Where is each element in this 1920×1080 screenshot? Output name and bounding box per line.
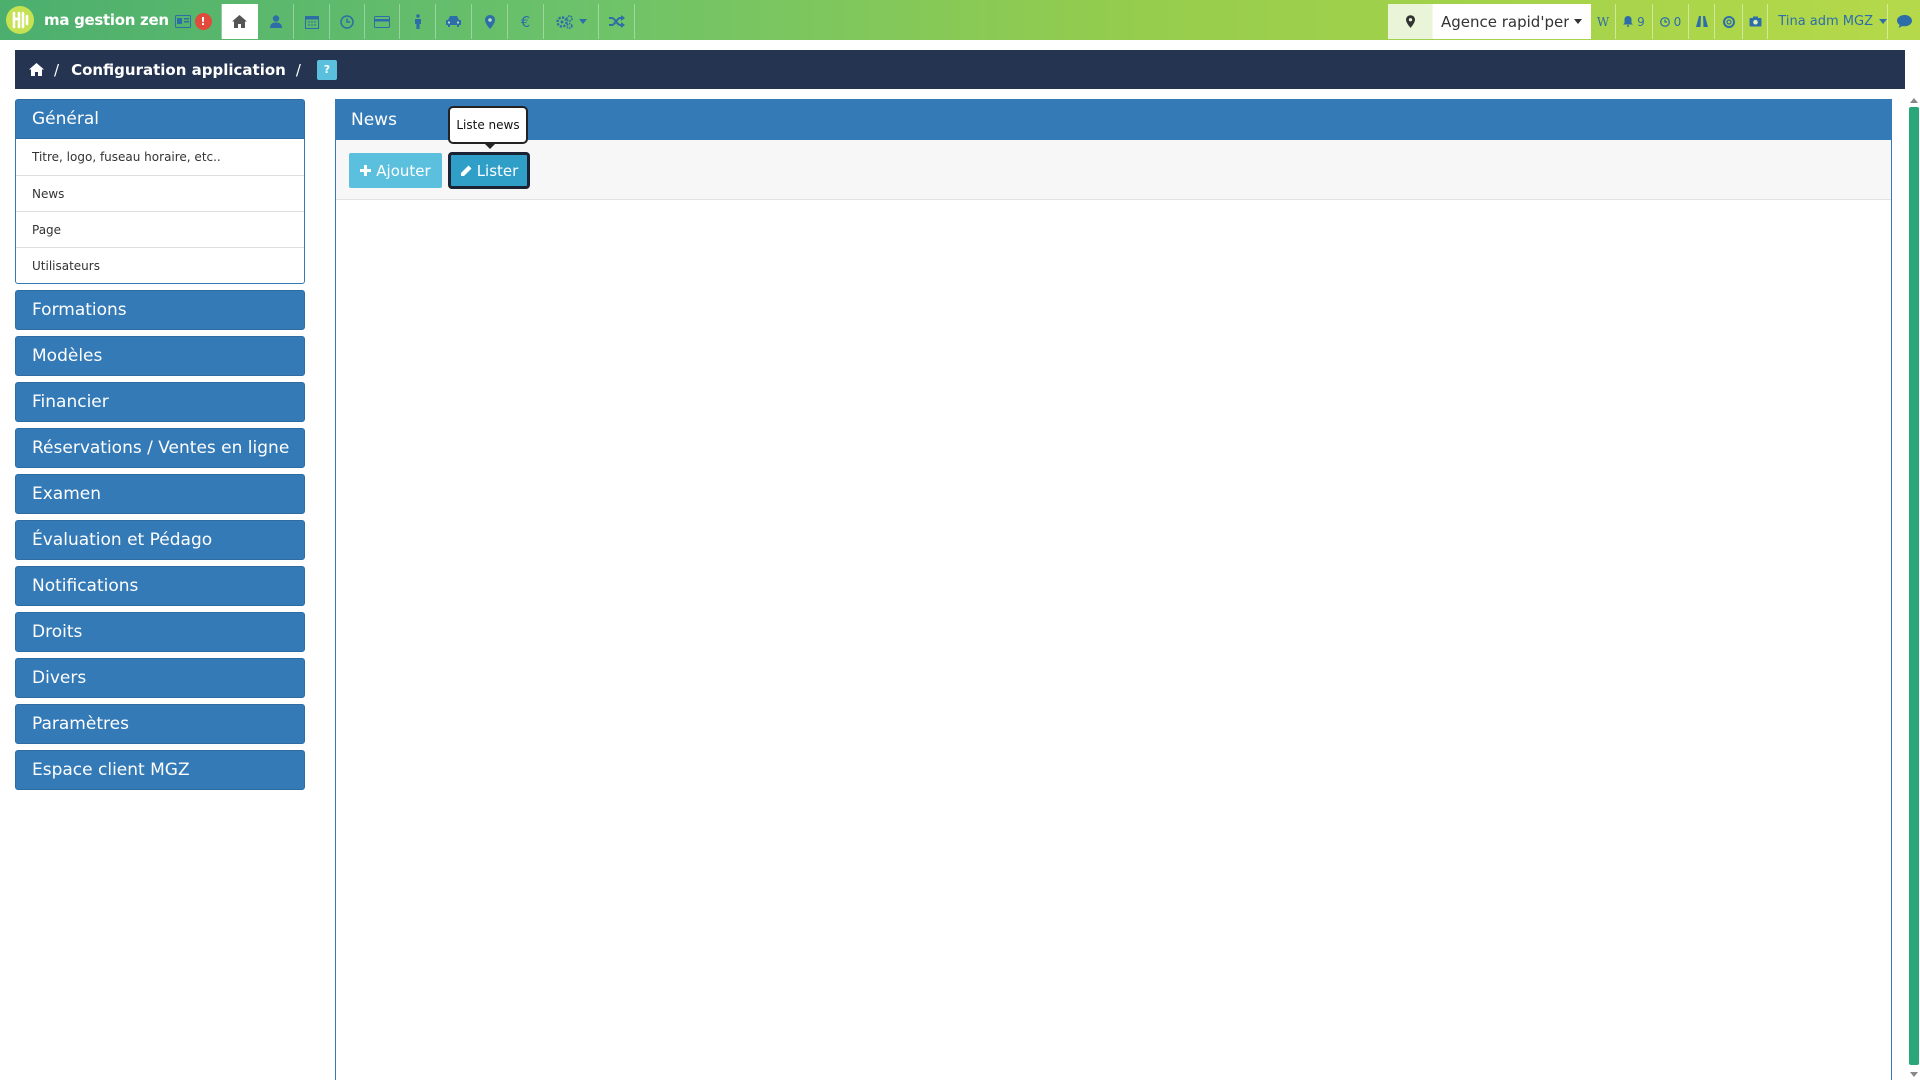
section-notifications[interactable]: Notifications: [15, 566, 305, 606]
euro-icon: €: [520, 12, 531, 31]
home-icon[interactable]: [29, 63, 44, 76]
car-icon: [446, 16, 461, 27]
sublist-item-settings[interactable]: Titre, logo, fuseau horaire, etc..: [16, 139, 304, 175]
config-sidebar: Général Titre, logo, fuseau horaire, etc…: [15, 99, 305, 796]
page-scrollbar[interactable]: [1908, 95, 1920, 1080]
clock-icon: [340, 14, 354, 29]
w-button[interactable]: W: [1591, 4, 1616, 39]
list-news-button[interactable]: Lister: [448, 152, 530, 189]
user-name: Tina adm MGZ: [1778, 14, 1873, 29]
notifications-button[interactable]: 9: [1616, 4, 1653, 39]
gears-icon: [555, 14, 573, 29]
top-navbar: ma gestion zen ! € Agence rapid'peri W 9…: [0, 0, 1920, 40]
user-menu[interactable]: Tina adm MGZ: [1768, 4, 1888, 39]
section-formations[interactable]: Formations: [15, 290, 305, 330]
map-marker-icon: [484, 14, 495, 29]
panel-content: [336, 200, 1891, 1080]
app-logo[interactable]: ma gestion zen: [6, 5, 169, 35]
pencil-icon: [460, 165, 472, 176]
list-news-tooltip: Liste news: [448, 106, 528, 149]
general-sublist: Titre, logo, fuseau horaire, etc.. News …: [15, 139, 305, 284]
breadcrumb-title[interactable]: Configuration application: [71, 61, 286, 79]
person-icon: [414, 14, 421, 29]
clock-icon: [1659, 16, 1670, 27]
section-financier[interactable]: Financier: [15, 382, 305, 422]
section-parametres[interactable]: Paramètres: [15, 704, 305, 744]
agency-location-button[interactable]: [1388, 4, 1433, 39]
chevron-down-icon: [1879, 19, 1887, 24]
notifications-count: 9: [1637, 14, 1645, 29]
panel-title: News: [336, 100, 1891, 140]
pending-count: 0: [1673, 14, 1682, 29]
nav-home[interactable]: [222, 4, 258, 39]
road-icon: [1695, 16, 1708, 27]
breadcrumb: / Configuration application / ?: [15, 50, 1905, 89]
map-marker-icon: [1405, 15, 1415, 28]
section-modeles[interactable]: Modèles: [15, 336, 305, 376]
section-examen[interactable]: Examen: [15, 474, 305, 514]
nav-shuffle[interactable]: [599, 4, 635, 39]
chat-bubble-icon: [1896, 15, 1912, 28]
home-icon: [232, 15, 247, 28]
sublist-item-news[interactable]: News: [16, 175, 304, 211]
nav-settings-dropdown[interactable]: [544, 4, 599, 39]
scroll-up-arrow-icon[interactable]: [1910, 98, 1918, 103]
alert-badge: !: [194, 13, 212, 30]
nav-clock[interactable]: [330, 4, 365, 39]
agency-select-value: Agence rapid'peri: [1441, 12, 1569, 31]
agency-select[interactable]: Agence rapid'peri: [1433, 4, 1591, 39]
chevron-down-icon: [578, 19, 587, 24]
nav-id-card-alerts[interactable]: !: [165, 4, 222, 39]
screenshot-button[interactable]: [1743, 4, 1768, 39]
chevron-down-icon: [1574, 19, 1582, 24]
main-nav: ! €: [165, 4, 635, 39]
add-news-button[interactable]: Ajouter: [349, 153, 442, 188]
sublist-item-users[interactable]: Utilisateurs: [16, 247, 304, 283]
add-news-label: Ajouter: [376, 161, 431, 180]
chat-button[interactable]: [1888, 4, 1920, 39]
list-news-label: Lister: [476, 161, 519, 180]
id-card-icon: [174, 15, 191, 28]
breadcrumb-separator: /: [54, 60, 60, 79]
section-reservations[interactable]: Réservations / Ventes en ligne: [15, 428, 305, 468]
section-divers[interactable]: Divers: [15, 658, 305, 698]
nav-payments[interactable]: [365, 4, 400, 39]
scroll-down-arrow-icon[interactable]: [1910, 1072, 1918, 1077]
plus-icon: [360, 165, 372, 176]
breadcrumb-separator: /: [295, 60, 301, 79]
sublist-item-page[interactable]: Page: [16, 211, 304, 247]
user-icon: [269, 15, 282, 28]
logo-mark-icon: [6, 6, 34, 34]
support-button[interactable]: [1715, 4, 1743, 39]
section-droits[interactable]: Droits: [15, 612, 305, 652]
section-evaluation[interactable]: Évaluation et Pédago: [15, 520, 305, 560]
scrollbar-thumb[interactable]: [1909, 107, 1919, 1065]
nav-calendar[interactable]: [294, 4, 330, 39]
help-button[interactable]: ?: [316, 59, 337, 80]
calendar-icon: [304, 15, 319, 29]
top-right-toolbar: Agence rapid'peri W 9 0 Tina adm MGZ: [1388, 4, 1920, 39]
credit-card-icon: [374, 15, 390, 28]
section-espace-client[interactable]: Espace client MGZ: [15, 750, 305, 790]
pending-button[interactable]: 0: [1653, 4, 1689, 39]
road-button[interactable]: [1689, 4, 1715, 39]
panel-toolbar: Ajouter Lister: [336, 140, 1891, 200]
shuffle-icon: [608, 15, 625, 28]
camera-icon: [1749, 16, 1761, 27]
section-general[interactable]: Général: [15, 99, 305, 139]
lifebuoy-icon: [1722, 15, 1735, 28]
nav-users[interactable]: [258, 4, 294, 39]
logo-text: ma gestion zen: [44, 11, 169, 29]
bell-icon: [1623, 16, 1634, 27]
nav-locations[interactable]: [472, 4, 508, 39]
nav-vehicles[interactable]: [436, 4, 472, 39]
nav-finance[interactable]: €: [508, 4, 544, 39]
news-panel: News Ajouter Lister: [335, 99, 1892, 1080]
w-label: W: [1596, 14, 1610, 29]
nav-students[interactable]: [400, 4, 436, 39]
